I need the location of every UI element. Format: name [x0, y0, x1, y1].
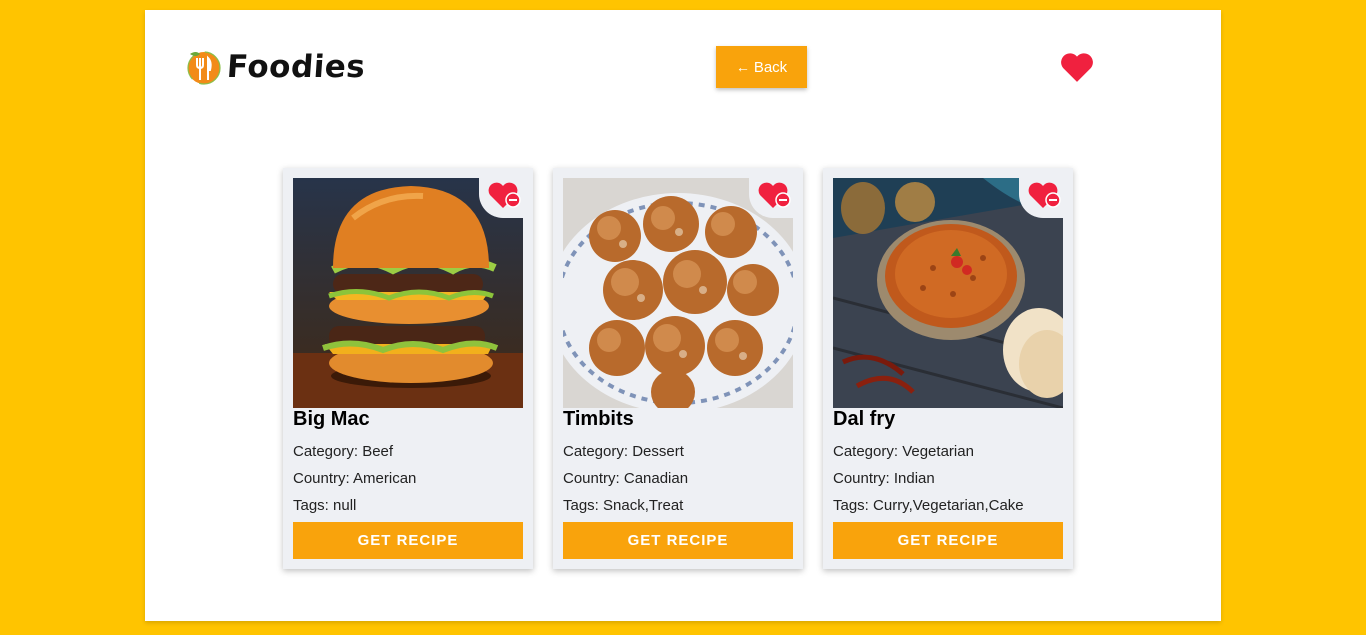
recipe-tags: Tags: Curry,Vegetarian,Cake — [833, 497, 1024, 514]
recipe-card: Timbits Category: Dessert Country: Canad… — [553, 168, 803, 569]
back-button[interactable]: ← Back — [716, 46, 807, 88]
recipe-category: Category: Beef — [293, 443, 394, 460]
recipe-title: Dal fry — [833, 408, 896, 430]
get-recipe-button[interactable]: GET RECIPE — [563, 522, 793, 559]
heart-remove-icon — [758, 182, 791, 208]
remove-favorite-button[interactable] — [479, 178, 523, 218]
recipe-image — [833, 178, 1063, 408]
recipe-image — [293, 178, 523, 408]
get-recipe-button[interactable]: GET RECIPE — [833, 522, 1063, 559]
main-container: Foodies ← Back Big Mac Category: Beef Co… — [145, 10, 1221, 621]
logo-icon — [187, 51, 221, 85]
recipe-title: Timbits — [563, 408, 634, 430]
logo-text: Foodies — [225, 49, 367, 85]
heart-remove-icon — [1028, 182, 1061, 208]
arrow-left-icon: ← — [735, 59, 750, 75]
get-recipe-button[interactable]: GET RECIPE — [293, 522, 523, 559]
remove-favorite-button[interactable] — [1019, 178, 1063, 218]
recipe-country: Country: American — [293, 470, 417, 487]
recipe-tags: Tags: Snack,Treat — [563, 497, 684, 514]
recipe-country: Country: Indian — [833, 470, 935, 487]
back-button-label: Back — [753, 58, 788, 76]
recipe-image — [563, 178, 793, 408]
recipe-country: Country: Canadian — [563, 470, 689, 487]
recipe-tags: Tags: null — [293, 497, 357, 514]
remove-favorite-button[interactable] — [749, 178, 793, 218]
recipe-category: Category: Dessert — [563, 443, 684, 460]
recipe-card: Big Mac Category: Beef Country: American… — [283, 168, 533, 569]
recipe-title: Big Mac — [293, 408, 370, 430]
heart-remove-icon — [488, 182, 521, 208]
recipe-card: Dal fry Category: Vegetarian Country: In… — [823, 168, 1073, 569]
recipe-category: Category: Vegetarian — [833, 443, 974, 460]
favorites-heart-icon[interactable] — [1060, 52, 1094, 82]
logo[interactable]: Foodies — [186, 46, 367, 88]
